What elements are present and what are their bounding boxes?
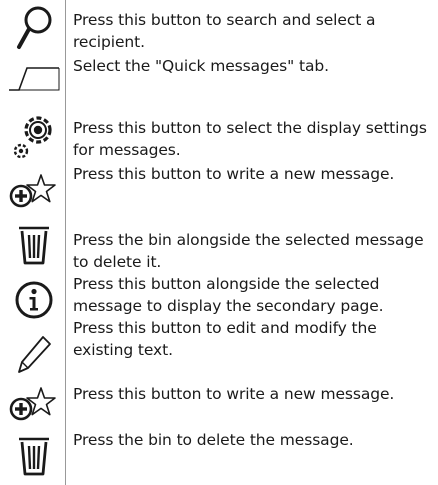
settings-gears-icon — [6, 106, 62, 166]
new-message-icon — [6, 382, 62, 426]
instruction-text: Press the bin to delete the message. — [73, 431, 354, 449]
info-icon — [6, 275, 62, 325]
instruction-text: Press this button alongside the selected… — [73, 275, 384, 315]
quick-messages-tab-icon — [6, 56, 62, 100]
bin-icon — [6, 220, 62, 270]
instruction-text: Press this button to write a new message… — [73, 385, 395, 403]
vertical-divider — [65, 0, 66, 485]
instruction-text: Press this button to write a new message… — [73, 165, 395, 183]
search-icon — [6, 2, 62, 56]
instruction-text: Press this button to search and select a… — [73, 11, 376, 51]
instruction-text: Press the bin alongside the selected mes… — [73, 231, 424, 271]
bin-icon — [6, 432, 62, 480]
pencil-icon — [6, 330, 62, 380]
new-message-icon — [6, 166, 62, 216]
instruction-text: Select the "Quick messages" tab. — [73, 57, 329, 75]
instruction-text: Press this button to edit and modify the… — [73, 319, 377, 359]
instruction-text: Press this button to select the display … — [73, 119, 427, 159]
